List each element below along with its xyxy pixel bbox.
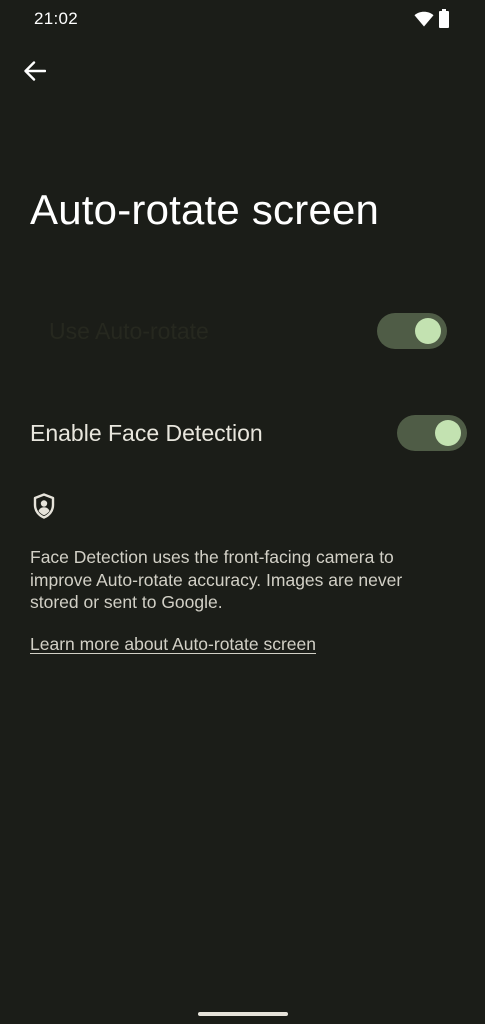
face-detection-row[interactable]: Enable Face Detection [30,411,467,455]
face-detection-label: Enable Face Detection [30,419,263,446]
face-detection-switch[interactable] [397,415,467,451]
use-auto-rotate-label: Use Auto-rotate [49,317,209,344]
wifi-icon [414,11,434,27]
status-bar: 21:02 [0,0,485,38]
back-button[interactable] [16,52,54,90]
learn-more-link[interactable]: Learn more about Auto-rotate screen [30,634,316,655]
status-time: 21:02 [34,9,79,28]
navigation-handle[interactable] [198,1012,288,1016]
switch-thumb [415,318,441,344]
face-detection-description: Face Detection uses the front-facing cam… [30,547,403,612]
use-auto-rotate-row[interactable]: Use Auto-rotate [49,310,447,352]
page-title: Auto-rotate screen [30,186,380,233]
arrow-back-icon [24,61,46,81]
use-auto-rotate-switch[interactable] [377,313,447,349]
battery-icon [439,9,449,28]
shield-person-icon [33,493,55,519]
switch-thumb [435,420,461,446]
